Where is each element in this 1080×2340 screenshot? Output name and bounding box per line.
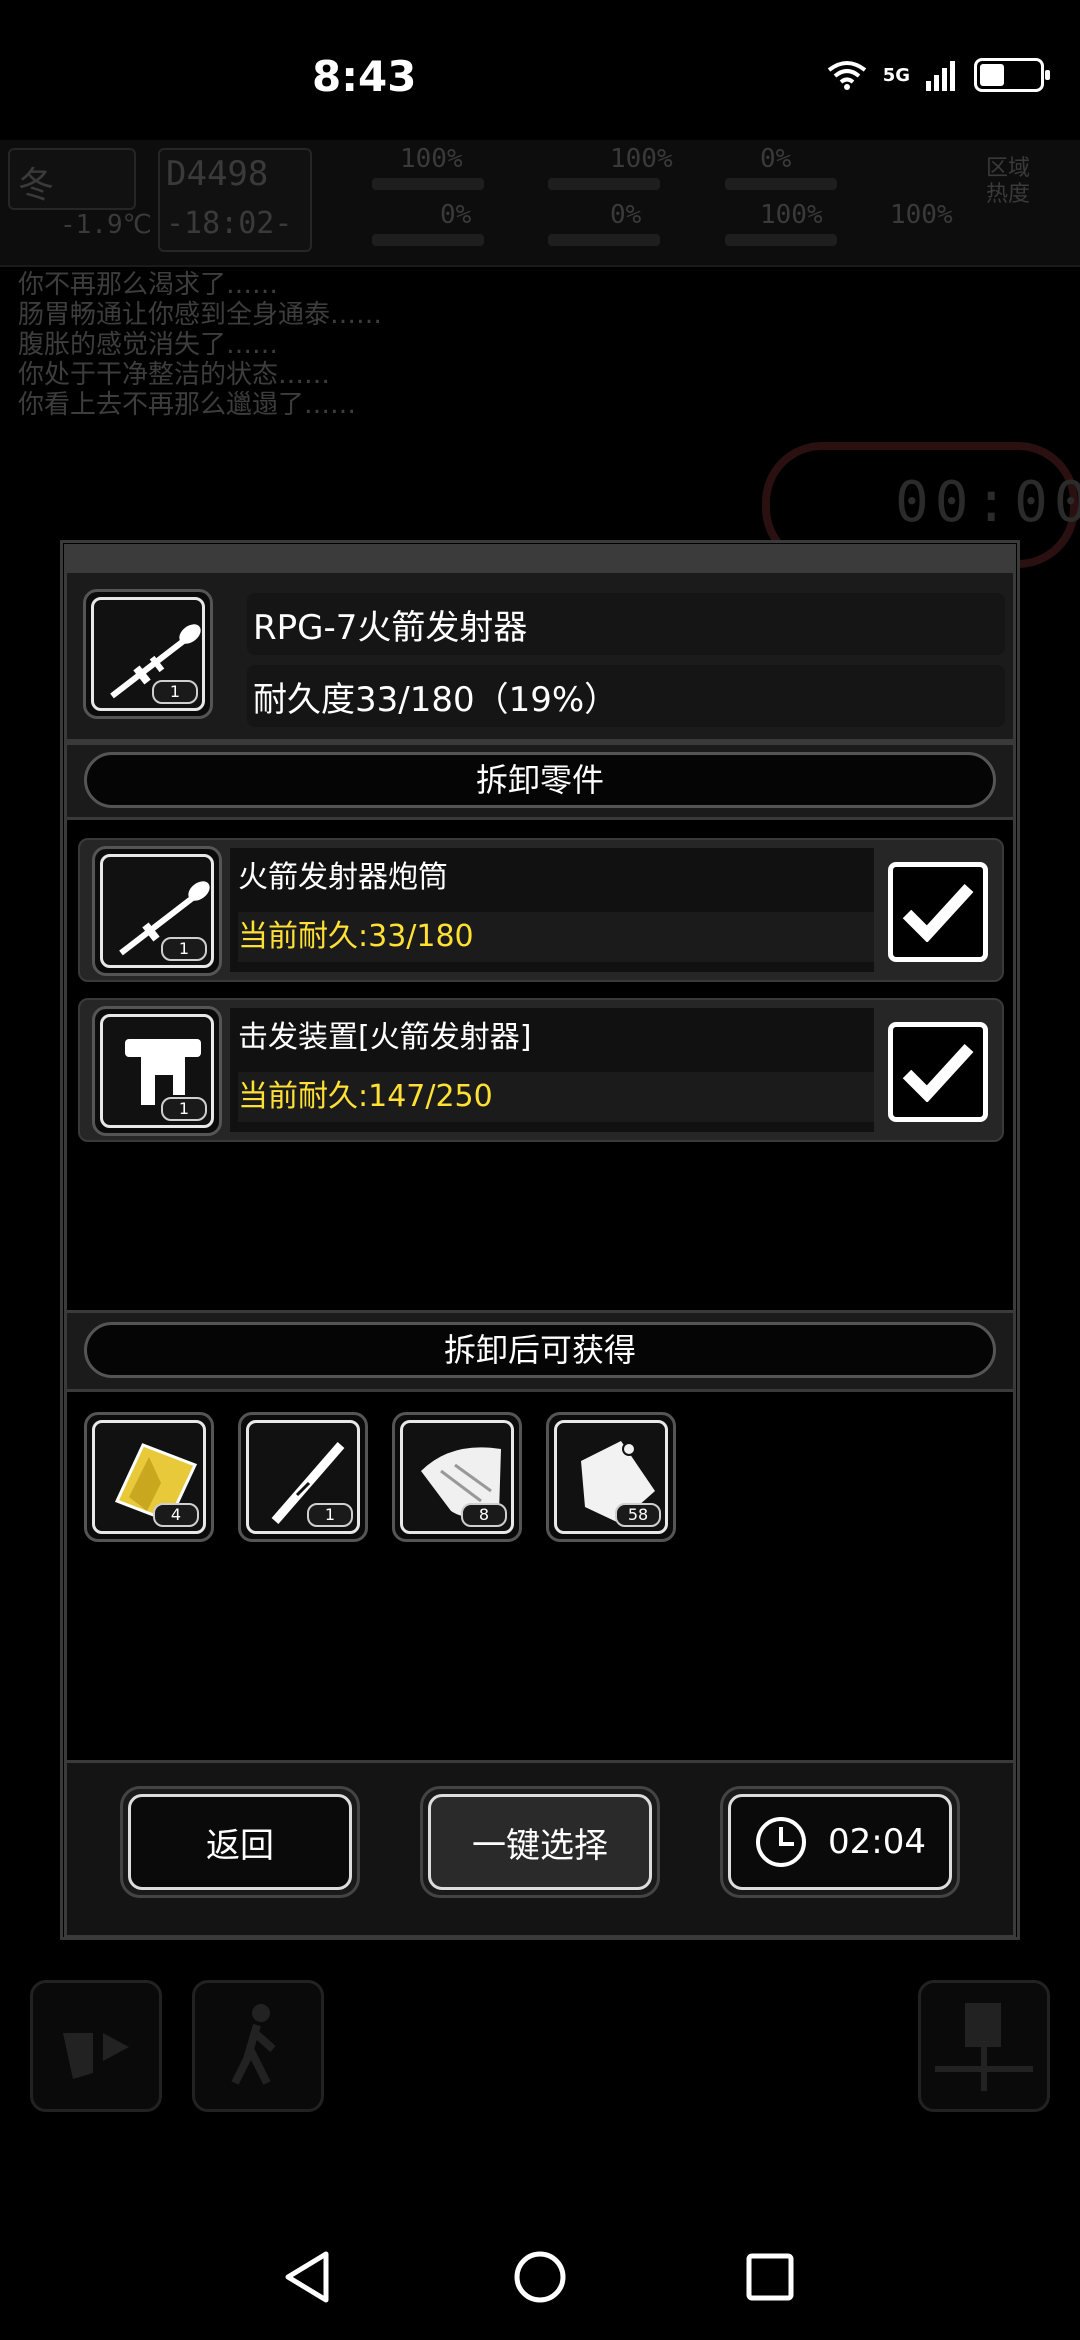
yield-count: 58 (615, 1503, 661, 1527)
part-name: 火箭发射器炮筒 (238, 860, 448, 895)
part-row[interactable]: 1 火箭发射器炮筒 当前耐久:33/180 (78, 838, 1004, 982)
part-slot: 1 (92, 846, 222, 976)
item-header-panel: 1 RPG-7火箭发射器 耐久度33/180（19%） (64, 570, 1016, 742)
stat-bar (372, 234, 484, 246)
stat-value: 0% (440, 200, 472, 230)
timer-label: 02:04 (828, 1822, 926, 1862)
region-heat-label: 区域热度 (986, 156, 1031, 207)
message-log: 你不再那么渴求了…… 肠胃畅通让你感到全身通泰…… 腹胀的感觉消失了…… 你处于… (18, 270, 718, 420)
stat-bar (548, 234, 660, 246)
yield-item[interactable]: 8 (392, 1412, 522, 1542)
home-nav-icon[interactable] (513, 2250, 567, 2304)
stat-value: 0% (610, 200, 642, 230)
inventory-sort-button[interactable] (918, 1980, 1050, 2112)
clock-label: -18:02- (166, 206, 293, 241)
walking-person-icon (231, 2004, 276, 2085)
item-slot[interactable]: 1 (83, 589, 213, 719)
stat-value: 100% (610, 144, 673, 174)
interact-hand-button[interactable] (30, 1980, 162, 2112)
part-row[interactable]: 1 击发装置[火箭发射器] 当前耐久:147/250 (78, 998, 1004, 1142)
network-type: 5G (882, 64, 910, 86)
parts-section-title: 拆卸零件 (84, 752, 996, 808)
stat-value: 100% (760, 200, 823, 230)
yield-count: 1 (307, 1503, 353, 1527)
background-timer: 00:00 (895, 470, 1080, 535)
log-line: 肠胃畅通让你感到全身通泰…… (18, 300, 383, 330)
part-checkbox[interactable] (888, 862, 988, 962)
stat-bar (725, 234, 837, 246)
temperature-label: -1.9℃ (60, 210, 152, 240)
hand-pointer-icon (63, 2033, 129, 2079)
season-label: 冬 (18, 165, 55, 206)
item-count: 1 (152, 680, 198, 704)
stat-bar (548, 178, 660, 190)
yield-count: 4 (153, 1503, 199, 1527)
day-counter: D4498 (166, 154, 269, 194)
stat-value: 100% (890, 200, 953, 230)
yield-item[interactable]: 4 (84, 1412, 214, 1542)
sort-arrows-icon (935, 2003, 1033, 2091)
item-durability: 耐久度33/180（19%） (247, 665, 1005, 727)
dialog-title-strip (64, 544, 1016, 570)
back-button-label: 返回 (206, 1825, 274, 1866)
part-count: 1 (161, 937, 207, 961)
system-nav-bar (0, 2200, 1080, 2340)
disassemble-timer-button[interactable]: 02:04 (720, 1786, 960, 1898)
season-panel: 冬 (8, 148, 136, 210)
stat-value: 0% (760, 144, 792, 174)
part-slot: 1 (92, 1006, 222, 1136)
checkmark-icon (902, 1043, 974, 1102)
item-name: RPG-7火箭发射器 (247, 593, 1005, 655)
back-nav-icon[interactable] (282, 2250, 332, 2304)
part-count: 1 (161, 1097, 207, 1121)
part-name: 击发装置[火箭发射器] (238, 1020, 532, 1055)
status-time: 8:43 (312, 52, 417, 101)
stat-bar (725, 178, 837, 190)
log-line: 腹胀的感觉消失了…… (18, 330, 279, 360)
select-all-button[interactable]: 一键选择 (420, 1786, 660, 1898)
part-durability: 当前耐久:33/180 (238, 912, 874, 962)
walk-button[interactable] (192, 1980, 324, 2112)
clock-icon (756, 1817, 806, 1867)
stat-bar (372, 178, 484, 190)
game-hud: 冬 -1.9℃ D4498 -18:02- 100% 0% 100% 0% 0%… (0, 140, 1080, 267)
stat-value: 100% (400, 144, 463, 174)
yield-section-title: 拆卸后可获得 (84, 1322, 996, 1378)
wifi-icon (827, 61, 866, 90)
back-button[interactable]: 返回 (120, 1786, 360, 1898)
log-line: 你看上去不再那么邋遢了…… (18, 390, 357, 420)
part-checkbox[interactable] (888, 1022, 988, 1122)
yield-count: 8 (461, 1503, 507, 1527)
log-line: 你处于干净整洁的状态…… (18, 360, 331, 390)
checkmark-icon (902, 883, 974, 942)
signal-icon (926, 61, 955, 91)
day-panel: D4498 -18:02- (158, 148, 312, 252)
select-all-label: 一键选择 (472, 1825, 608, 1866)
log-line: 你不再那么渴求了…… (18, 270, 279, 300)
yield-item[interactable]: 58 (546, 1412, 676, 1542)
part-durability: 当前耐久:147/250 (238, 1072, 874, 1122)
recents-nav-icon[interactable] (745, 2252, 795, 2302)
battery-icon (974, 58, 1050, 92)
status-icons: 5G (825, 58, 1050, 92)
yield-item[interactable]: 1 (238, 1412, 368, 1542)
